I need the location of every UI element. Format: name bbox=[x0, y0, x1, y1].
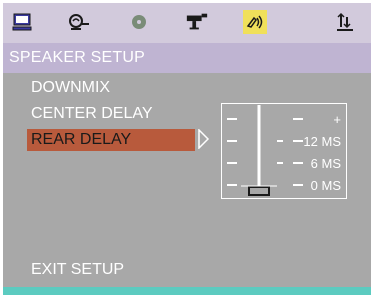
slider-thumb[interactable] bbox=[248, 186, 270, 196]
slider-label-plus: + bbox=[333, 112, 341, 127]
bottom-bar bbox=[3, 287, 371, 295]
pointer-arrow-icon bbox=[198, 129, 210, 149]
left-ticks bbox=[227, 118, 237, 186]
slider-label-6ms: 6 MS bbox=[311, 156, 342, 171]
monitor-icon[interactable] bbox=[10, 10, 34, 34]
menu-item-downmix[interactable]: DOWNMIX bbox=[27, 77, 114, 99]
menu-item-rear-delay[interactable]: REAR DELAY bbox=[27, 129, 195, 151]
menu-item-center-delay[interactable]: CENTER DELAY bbox=[27, 103, 157, 125]
title-bar: SPEAKER SETUP bbox=[3, 43, 371, 73]
exit-setup-item[interactable]: EXIT SETUP bbox=[31, 261, 124, 279]
language-icon[interactable] bbox=[67, 10, 91, 34]
preference-icon[interactable] bbox=[333, 10, 357, 34]
setup-toolbar bbox=[3, 3, 371, 43]
page-title: SPEAKER SETUP bbox=[9, 49, 145, 66]
slider-label-12ms: 12 MS bbox=[303, 134, 341, 149]
disc-icon[interactable] bbox=[127, 10, 151, 34]
slider-label-0ms: 0 MS bbox=[311, 178, 342, 193]
video-icon[interactable] bbox=[185, 10, 209, 34]
speaker-icon[interactable] bbox=[243, 10, 267, 34]
setup-screen: SPEAKER SETUP DOWNMIX CENTER DELAY REAR … bbox=[3, 3, 371, 295]
right-ticks bbox=[277, 118, 303, 186]
rear-delay-panel: + 12 MS 6 MS 0 MS bbox=[221, 103, 347, 199]
